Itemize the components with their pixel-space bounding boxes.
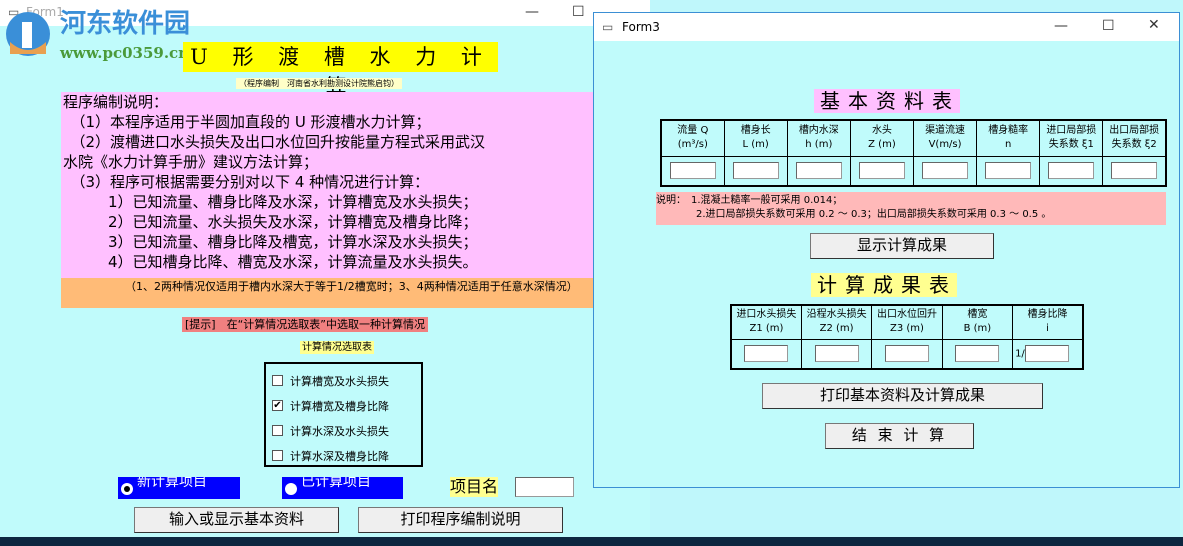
option-label: 计算水深及槽身比降 <box>290 449 389 463</box>
page-title: U 形 渡 槽 水 力 计 算 <box>183 42 498 99</box>
desc-line: 水院《水力计算手册》建议方法计算； <box>63 153 319 171</box>
minimize-button[interactable]: — <box>1054 18 1068 34</box>
header-cell: 槽身长 L (m) <box>723 119 788 157</box>
outlet-loss-coef-input[interactable] <box>1111 162 1158 180</box>
header-cell: 出口水位回升 Z3 (m) <box>871 304 943 340</box>
maximize-button[interactable]: ☐ <box>572 4 585 20</box>
option-width-headloss[interactable]: 计算槽宽及水头损失 <box>266 368 421 393</box>
z3-output[interactable] <box>884 345 929 363</box>
desc-line: 3）已知流量、槽身比降及槽宽，计算水深及水头损失； <box>63 233 478 251</box>
form3-titlebar: ▭ Form3 — ☐ ✕ <box>594 13 1179 41</box>
header-cell: 槽身比降 i <box>1012 304 1084 340</box>
desc-line: 2）已知流量、水头损失及水深，计算槽宽及槽身比降； <box>63 213 478 231</box>
program-description: 程序编制说明： （1）本程序适用于半圆加直段的 U 形渡槽水力计算； （2）渡槽… <box>61 92 601 278</box>
checkbox[interactable] <box>272 375 283 386</box>
explanation-note: 说明： 1.混凝土糙率一般可采用 0.014； 2.进口局部损失系数可采用 0.… <box>656 192 1166 225</box>
header-cell: 水头 Z (m) <box>849 119 915 157</box>
table-header-row: 进口水头损失 Z1 (m) 沿程水头损失 Z2 (m) 出口水位回升 Z3 (m) 槽… <box>730 304 1084 340</box>
header-cell: 流量 Q (m³/s) <box>660 119 725 157</box>
option-label: 计算水深及水头损失 <box>290 424 389 438</box>
print-data-results-button[interactable]: 打印基本资料及计算成果 <box>762 383 1043 409</box>
basic-data-title: 基本资料表 <box>814 89 960 113</box>
form3-window: ▭ Form3 — ☐ ✕ 基本资料表 流量 Q (m³/s) 槽身长 L (m) … <box>593 12 1180 488</box>
checkbox-checked[interactable]: ✔ <box>272 400 283 411</box>
checkbox[interactable] <box>272 450 283 461</box>
radio-existing-project[interactable]: 已计算项目 <box>282 477 403 499</box>
option-depth-headloss[interactable]: 计算水深及水头损失 <box>266 418 421 443</box>
desc-line: 程序编制说明： <box>63 93 169 111</box>
roughness-input[interactable] <box>985 162 1032 180</box>
table-output-row: 1/ <box>730 338 1084 370</box>
inlet-loss-coef-input[interactable] <box>1048 162 1095 180</box>
header-cell: 进口局部损 失系数 ξ1 <box>1039 119 1104 157</box>
length-input[interactable] <box>732 162 779 180</box>
header-cell: 出口局部损 失系数 ξ2 <box>1102 119 1167 157</box>
watermark-logo-icon <box>6 12 50 56</box>
case-selection-box: 计算槽宽及水头损失 ✔ 计算槽宽及槽身比降 计算水深及水头损失 计算水深及槽身比降 <box>264 362 423 467</box>
form-icon: ▭ <box>602 20 614 34</box>
print-description-button[interactable]: 打印程序编制说明 <box>358 507 563 533</box>
explanation-text: 说明： 1.混凝土糙率一般可采用 0.014； 2.进口局部损失系数可采用 0.… <box>656 195 1052 220</box>
watermark-url: www.pc0359.cn <box>60 44 190 62</box>
desc-line: （2）渡槽进口水头损失及出口水位回升按能量方程式采用武汉 <box>63 133 486 151</box>
close-button[interactable]: ✕ <box>1148 17 1160 33</box>
header-cell: 渠道流速 V(m/s) <box>912 119 978 157</box>
header-cell: 进口水头损失 Z1 (m) <box>730 304 802 340</box>
end-calculation-button[interactable]: 结 束 计 算 <box>825 423 974 449</box>
radio-label: 新计算项目 <box>137 477 207 490</box>
hint-text: [提示] 在“计算情况选取表”中选取一种计算情况 <box>182 317 428 332</box>
header-cell: 槽身糙率 n <box>976 119 1041 157</box>
input-basic-data-button[interactable]: 输入或显示基本资料 <box>134 507 339 533</box>
table-input-row <box>660 155 1167 187</box>
option-depth-slope[interactable]: 计算水深及槽身比降 <box>266 443 421 468</box>
slope-output[interactable] <box>1024 345 1069 363</box>
radio-new-project[interactable]: 新计算项目 <box>118 477 240 499</box>
z2-output[interactable] <box>814 345 859 363</box>
radio-label: 已计算项目 <box>301 477 371 490</box>
option-label: 计算槽宽及水头损失 <box>290 374 389 388</box>
header-cell: 槽宽 B (m) <box>941 304 1014 340</box>
option-width-slope[interactable]: ✔ 计算槽宽及槽身比降 <box>266 393 421 418</box>
credit-text: （程序编制 河南省水利勘测设计院熊启钧） <box>236 78 402 89</box>
show-results-button[interactable]: 显示计算成果 <box>810 233 994 259</box>
flow-input[interactable] <box>669 162 716 180</box>
minimize-button[interactable]: — <box>525 4 539 20</box>
form1-window: ▭ Form1 — ☐ 河东软件园 www.pc0359.cn U 形 渡 槽 … <box>0 0 650 537</box>
selection-table-title: 计算情况选取表 <box>300 341 374 354</box>
option-label: 计算槽宽及槽身比降 <box>290 399 389 413</box>
head-input[interactable] <box>858 162 905 180</box>
desc-line: （1）本程序适用于半圆加直段的 U 形渡槽水力计算； <box>63 113 431 131</box>
width-output[interactable] <box>955 345 1000 363</box>
results-title: 计算成果表 <box>811 273 957 297</box>
desktop-taskbar-strip <box>0 537 1183 546</box>
project-name-input[interactable] <box>515 477 574 497</box>
depth-input[interactable] <box>795 162 842 180</box>
maximize-button[interactable]: ☐ <box>1102 18 1115 34</box>
table-header-row: 流量 Q (m³/s) 槽身长 L (m) 槽内水深 h (m) 水头 Z (m) 渠道… <box>660 119 1167 157</box>
desc-line: 1）已知流量、槽身比降及水深，计算槽宽及水头损失； <box>63 193 478 211</box>
desc-line: 4）已知槽身比降、槽宽及水深，计算流量及水头损失。 <box>63 253 478 271</box>
header-cell: 沿程水头损失 Z2 (m) <box>800 304 873 340</box>
radio-selected-icon <box>121 483 133 495</box>
basic-data-table: 流量 Q (m³/s) 槽身长 L (m) 槽内水深 h (m) 水头 Z (m) 渠道… <box>660 119 1167 187</box>
radio-icon <box>285 483 297 495</box>
applicability-note: （1、2两种情况仅适用于槽内水深大于等于1/2槽宽时；3、4两种情况适用于任意水… <box>61 278 601 308</box>
slope-prefix: 1/ <box>1015 348 1025 360</box>
desc-line: （3）程序可根据需要分别对以下 4 种情况进行计算： <box>63 173 430 191</box>
checkbox[interactable] <box>272 425 283 436</box>
results-table: 进口水头损失 Z1 (m) 沿程水头损失 Z2 (m) 出口水位回升 Z3 (m) 槽… <box>730 304 1084 370</box>
velocity-input[interactable] <box>922 162 969 180</box>
watermark-name: 河东软件园 <box>60 9 191 39</box>
project-name-label: 项目名 <box>450 477 499 497</box>
header-cell: 槽内水深 h (m) <box>786 119 851 157</box>
z1-output[interactable] <box>744 345 789 363</box>
form3-title: Form3 <box>622 20 660 34</box>
